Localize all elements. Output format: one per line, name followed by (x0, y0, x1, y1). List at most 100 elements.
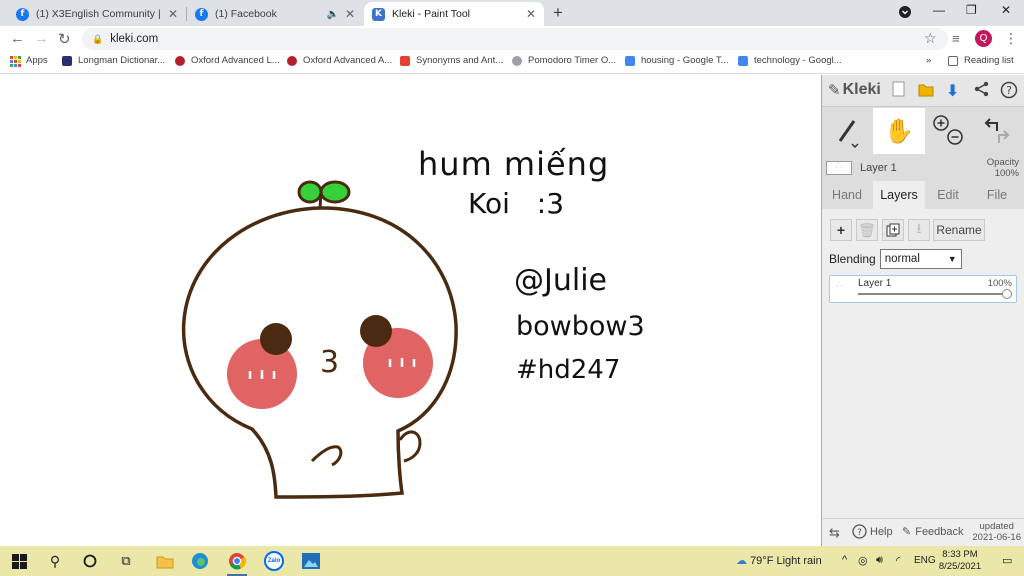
profile-avatar[interactable]: Q (975, 30, 992, 47)
brush-tool-button[interactable] (822, 108, 872, 154)
bookmark-longman[interactable]: Longman Dictionar... (62, 55, 165, 66)
file-explorer-icon[interactable] (155, 551, 175, 571)
merge-down-button[interactable]: ⭳ (908, 219, 930, 241)
tab-hand[interactable]: Hand (822, 181, 872, 209)
clock-date: 8/25/2021 (938, 561, 982, 572)
bookmark-label: Pomodoro Timer O... (528, 55, 617, 66)
updated-info[interactable]: updated 2021-06-16 (972, 521, 1021, 543)
search-icon[interactable]: ⚲ (45, 551, 65, 571)
open-folder-icon[interactable] (918, 81, 934, 102)
kleki-logo[interactable]: ✎ Kleki (828, 81, 881, 99)
media-control-icon[interactable]: ≡ (952, 31, 960, 46)
start-button[interactable] (9, 551, 29, 571)
oxford-icon (287, 55, 297, 66)
tab-edit[interactable]: Edit (926, 181, 970, 209)
merge-down-icon: ⭳ (916, 220, 922, 236)
weather-icon: ☁ (736, 555, 747, 567)
bookmark-oxford-learners[interactable]: Oxford Advanced L... (175, 55, 280, 66)
reading-list-icon (948, 55, 958, 66)
wifi-icon[interactable]: ◜ (896, 554, 900, 567)
task-view-icon[interactable]: ⧉ (116, 551, 136, 571)
help-link[interactable]: ? Help (852, 524, 893, 539)
close-icon[interactable]: ✕ (526, 7, 536, 21)
volume-icon[interactable]: 🔊︎ (876, 554, 883, 567)
bookmark-oxford-academic[interactable]: Oxford Advanced A... (287, 55, 392, 66)
bookmark-star-icon[interactable]: ☆ (924, 30, 937, 47)
layer-item-name: Layer 1 (858, 278, 892, 289)
tray-overflow-icon[interactable]: ^ (842, 554, 847, 566)
add-layer-button[interactable]: + (830, 219, 852, 241)
feedback-label: Feedback (915, 525, 964, 538)
kleki-logo-icon: ✎ (828, 82, 841, 99)
chevron-down-icon: ▼ (947, 254, 957, 264)
edge-icon[interactable] (190, 551, 210, 571)
clock[interactable]: 8:33 PM 8/25/2021 (938, 549, 982, 573)
taskbar: ⚲ ⧉ Zalo ☁ 79°F Light rain ^ ◎ 🔊︎ ◜ ENG … (0, 546, 1024, 576)
bookmark-label: Apps (26, 55, 48, 66)
swap-side-icon[interactable]: ⇆ (829, 525, 840, 541)
canvas-drawing (181, 180, 458, 499)
bookmark-housing[interactable]: housing - Google T... (625, 55, 729, 66)
bookmark-technology[interactable]: technology - Googl... (738, 55, 842, 66)
delete-layer-button[interactable]: 🗑 (856, 219, 878, 241)
feedback-link[interactable]: ✎ Feedback (902, 525, 964, 539)
forward-icon[interactable]: → (34, 30, 49, 47)
reload-icon[interactable]: ↻ (58, 30, 71, 48)
bookmark-apps[interactable]: Apps (10, 55, 48, 67)
drawing-canvas[interactable]: hum miếng Koi :3 @Julie bowbow3 #hd247 3 (0, 75, 821, 546)
rename-button[interactable]: Rename (933, 219, 985, 241)
timer-icon (512, 55, 522, 66)
mute-icon[interactable]: 🔈 (326, 9, 338, 20)
tab-facebook[interactable]: f (1) Facebook 🔈 ✕ (187, 2, 363, 26)
tab-x3english[interactable]: f (1) X3English Community | Facebo ✕ (8, 2, 186, 26)
duplicate-layer-button[interactable] (882, 219, 904, 241)
panel-footer: ⇆ ? Help ✎ Feedback updated 2021-06-16 (822, 518, 1024, 546)
restore-icon[interactable]: ❐ (966, 3, 977, 17)
feedback-icon: ✎ (902, 526, 912, 538)
opacity-readout: Opacity 100% (987, 157, 1019, 179)
bookmark-synonyms[interactable]: Synonyms and Ant... (400, 55, 503, 66)
weather-widget[interactable]: ☁ 79°F Light rain (736, 554, 822, 567)
tab-kleki[interactable]: K Kleki - Paint Tool ✕ (364, 2, 544, 26)
download-icon[interactable]: ⬇ (946, 81, 959, 101)
new-image-icon[interactable] (892, 81, 905, 102)
layers-panel: + 🗑 ⭳ Rename Blending normal ▼ ·˙· Layer… (822, 209, 1024, 546)
help-icon[interactable]: ? (1000, 81, 1018, 104)
address-bar[interactable]: 🔒 kleki.com (82, 28, 948, 50)
windows-icon (11, 553, 27, 569)
svg-text:?: ? (857, 528, 862, 538)
kleki-icon: K (372, 7, 385, 21)
close-icon[interactable]: ✕ (345, 7, 355, 21)
chrome-icon[interactable] (227, 551, 247, 576)
bookmark-pomodoro[interactable]: Pomodoro Timer O... (512, 55, 616, 66)
plus-icon: + (836, 222, 846, 238)
minimize-icon[interactable]: — (933, 3, 945, 17)
current-layer-header: ·˙· Layer 1 Opacity 100% (826, 157, 1021, 181)
back-icon[interactable]: ← (10, 30, 25, 47)
tab-search-icon[interactable] (898, 5, 912, 22)
close-icon[interactable]: ✕ (168, 7, 178, 21)
layer-opacity-slider[interactable] (858, 289, 1012, 299)
photos-icon[interactable] (301, 551, 321, 571)
slider-handle[interactable] (1002, 289, 1012, 299)
new-tab-button[interactable]: + (553, 3, 563, 23)
input-language[interactable]: ENG (914, 555, 936, 566)
notifications-icon[interactable]: ▭ (1002, 554, 1012, 567)
tab-layers[interactable]: Layers (873, 181, 925, 209)
cortana-icon[interactable] (80, 551, 100, 571)
zalo-icon[interactable]: Zalo (263, 551, 285, 571)
tool-row: ✋ (822, 108, 1024, 154)
reading-list[interactable]: Reading list (948, 55, 1014, 66)
opacity-value: 100% (994, 168, 1019, 179)
menu-icon[interactable]: ⋮ (1004, 30, 1018, 47)
bookmarks-overflow[interactable]: » (926, 55, 931, 66)
google-docs-icon (738, 55, 748, 66)
meet-icon[interactable]: ◎ (858, 554, 868, 567)
layer-list-item[interactable]: ·˙· Layer 1 100% (829, 275, 1017, 303)
hand-tool-button[interactable]: ✋ (873, 108, 925, 154)
close-window-icon[interactable]: ✕ (1001, 3, 1011, 17)
share-icon[interactable] (974, 81, 990, 102)
tab-file[interactable]: File (972, 181, 1022, 209)
blending-select[interactable]: normal ▼ (879, 249, 962, 269)
bookmark-label: technology - Googl... (754, 55, 842, 66)
